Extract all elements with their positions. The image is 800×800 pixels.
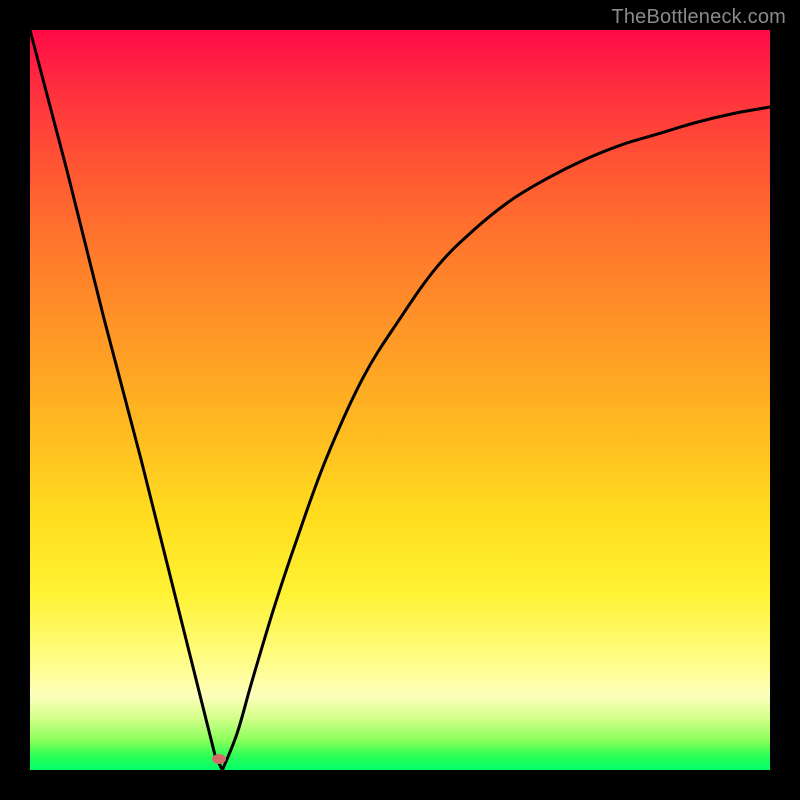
bottleneck-curve <box>30 30 770 770</box>
plot-area <box>30 30 770 770</box>
chart-frame: TheBottleneck.com <box>0 0 800 800</box>
minimum-marker <box>212 754 226 764</box>
watermark-text: TheBottleneck.com <box>611 6 786 29</box>
